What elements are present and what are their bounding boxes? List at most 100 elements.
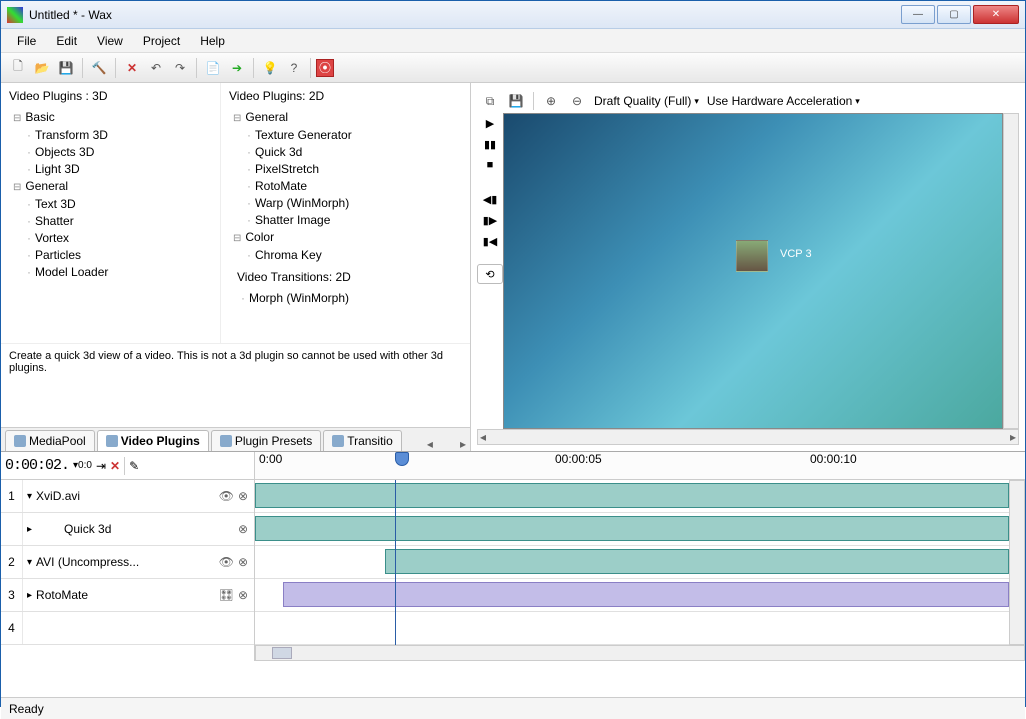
step-forward-icon[interactable]: ▮▶	[483, 214, 498, 227]
timeline-row[interactable]: 2 AVI (Uncompress... 👁⊗	[1, 546, 254, 579]
step-back-icon[interactable]: ◀▮	[483, 193, 498, 206]
plugins-2d-tree[interactable]: General Texture Generator Quick 3d Pixel…	[229, 109, 462, 264]
timeline-row[interactable]: Quick 3d ⊗	[1, 513, 254, 546]
clip[interactable]	[283, 582, 1009, 607]
tree-node-color[interactable]: Color	[245, 230, 274, 244]
play-icon[interactable]: ▶	[486, 117, 494, 130]
tab-transitions[interactable]: Transitio	[323, 430, 402, 451]
tree-leaf[interactable]: Warp (WinMorph)	[255, 196, 349, 210]
maximize-button[interactable]: ▢	[937, 5, 971, 24]
preview-scrollbar-v[interactable]	[1003, 113, 1019, 429]
save-frame-icon[interactable]: 💾	[507, 92, 525, 110]
pause-icon[interactable]: ▮▮	[484, 138, 496, 151]
zoom-in-icon[interactable]: ⊕	[542, 92, 560, 110]
timeline-scrollbar-h[interactable]	[255, 645, 1025, 661]
timeline-scrollbar-v[interactable]	[1009, 480, 1025, 645]
tree-leaf[interactable]: PixelStretch	[255, 162, 319, 176]
playhead-icon[interactable]	[395, 452, 409, 466]
new-icon[interactable]: 🗋	[7, 57, 29, 79]
tree-leaf[interactable]: Light 3D	[35, 162, 80, 176]
undo-icon[interactable]	[145, 57, 167, 79]
hammer-icon[interactable]: 🔨	[88, 57, 110, 79]
tree-node-general[interactable]: General	[25, 179, 68, 193]
tab-mediapool[interactable]: MediaPool	[5, 430, 95, 451]
expand-icon[interactable]	[23, 524, 36, 535]
timeline-row[interactable]: 4	[1, 612, 254, 645]
close-button[interactable]: ✕	[973, 5, 1019, 24]
redo-icon[interactable]	[169, 57, 191, 79]
menu-edit[interactable]: Edit	[48, 31, 85, 51]
remove-icon[interactable]: ⊗	[238, 555, 248, 569]
settings-icon[interactable]: 🎛	[219, 588, 234, 602]
help-icon[interactable]: ?	[283, 57, 305, 79]
record-icon[interactable]: ⦿	[316, 59, 334, 77]
tree-leaf[interactable]: Texture Generator	[255, 128, 352, 142]
transitions-tree[interactable]: Morph (WinMorph)	[237, 290, 454, 307]
tree-toggle-icon[interactable]	[13, 110, 25, 124]
stop-icon[interactable]: ■	[487, 159, 494, 171]
tree-toggle-icon[interactable]	[233, 110, 245, 124]
tree-leaf[interactable]: Text 3D	[35, 197, 76, 211]
clip[interactable]	[255, 516, 1009, 541]
copy-icon[interactable]: ⧉	[481, 92, 499, 110]
menu-view[interactable]: View	[89, 31, 131, 51]
plugin-description: Create a quick 3d view of a video. This …	[1, 343, 470, 427]
playhead-line	[395, 480, 396, 645]
menu-project[interactable]: Project	[135, 31, 188, 51]
timeline-row[interactable]: 3 RotoMate 🎛⊗	[1, 579, 254, 612]
tree-toggle-icon[interactable]	[233, 230, 245, 244]
bulb-icon[interactable]: 💡	[259, 57, 281, 79]
tree-leaf[interactable]: Transform 3D	[35, 128, 108, 142]
loop-icon[interactable]: ⟲	[477, 264, 503, 284]
eye-icon[interactable]: 👁	[219, 555, 234, 569]
preview-scrollbar-h[interactable]: ◂▸	[477, 429, 1019, 445]
tree-leaf[interactable]: Chroma Key	[255, 248, 322, 262]
tree-leaf[interactable]: Morph (WinMorph)	[249, 291, 349, 305]
open-icon[interactable]: 📂	[31, 57, 53, 79]
export-icon[interactable]: 📄	[202, 57, 224, 79]
eye-icon[interactable]: 👁	[219, 489, 234, 503]
tool-delete-icon[interactable]: ✕	[110, 459, 120, 473]
play-icon[interactable]: ➔	[226, 57, 248, 79]
menu-file[interactable]: File	[9, 31, 44, 51]
expand-icon[interactable]	[23, 590, 36, 601]
preview-viewport[interactable]: VCP 3	[503, 113, 1003, 429]
hardware-accel-dropdown[interactable]: Use Hardware Acceleration	[707, 94, 860, 108]
menu-help[interactable]: Help	[192, 31, 233, 51]
tree-leaf[interactable]: Model Loader	[35, 265, 108, 279]
save-icon[interactable]: 💾	[55, 57, 77, 79]
remove-icon[interactable]: ⊗	[238, 522, 248, 536]
tab-scroll-left-icon[interactable]: ◂	[423, 437, 437, 451]
tool-insert-icon[interactable]: ⇥	[96, 459, 106, 473]
timeline-row[interactable]: 1 XviD.avi 👁⊗	[1, 480, 254, 513]
tree-leaf[interactable]: Quick 3d	[255, 145, 302, 159]
tool-edit-icon[interactable]: ✎	[129, 459, 139, 473]
goto-start-icon[interactable]: ▮◀	[483, 235, 498, 248]
tree-leaf[interactable]: Objects 3D	[35, 145, 94, 159]
globe-icon	[106, 435, 118, 447]
tab-video-plugins[interactable]: Video Plugins	[97, 430, 209, 451]
plugins-3d-tree[interactable]: Basic Transform 3D Objects 3D Light 3D G…	[9, 109, 212, 281]
expand-icon[interactable]	[23, 557, 36, 568]
expand-icon[interactable]	[23, 491, 36, 502]
clip[interactable]	[385, 549, 1009, 574]
remove-icon[interactable]: ⊗	[238, 588, 248, 602]
timeline-tracks[interactable]	[255, 480, 1009, 645]
zoom-out-icon[interactable]: ⊖	[568, 92, 586, 110]
tree-leaf[interactable]: RotoMate	[255, 179, 307, 193]
tree-leaf[interactable]: Shatter Image	[255, 213, 330, 227]
tree-leaf[interactable]: Particles	[35, 248, 81, 262]
clip[interactable]	[255, 483, 1009, 508]
tree-leaf[interactable]: Vortex	[35, 231, 69, 245]
tree-node-general[interactable]: General	[245, 110, 288, 124]
tree-leaf[interactable]: Shatter	[35, 214, 74, 228]
quality-dropdown[interactable]: Draft Quality (Full)	[594, 94, 699, 108]
delete-icon[interactable]: ✕	[121, 57, 143, 79]
remove-icon[interactable]: ⊗	[238, 489, 248, 503]
minimize-button[interactable]: —	[901, 5, 935, 24]
tree-node-basic[interactable]: Basic	[25, 110, 54, 124]
timeline-ruler[interactable]: 0:00 00:00:05 00:00:10	[255, 452, 1025, 479]
tab-plugin-presets[interactable]: Plugin Presets	[211, 430, 321, 451]
tree-toggle-icon[interactable]	[13, 179, 25, 193]
tab-scroll-right-icon[interactable]: ▸	[456, 437, 470, 451]
